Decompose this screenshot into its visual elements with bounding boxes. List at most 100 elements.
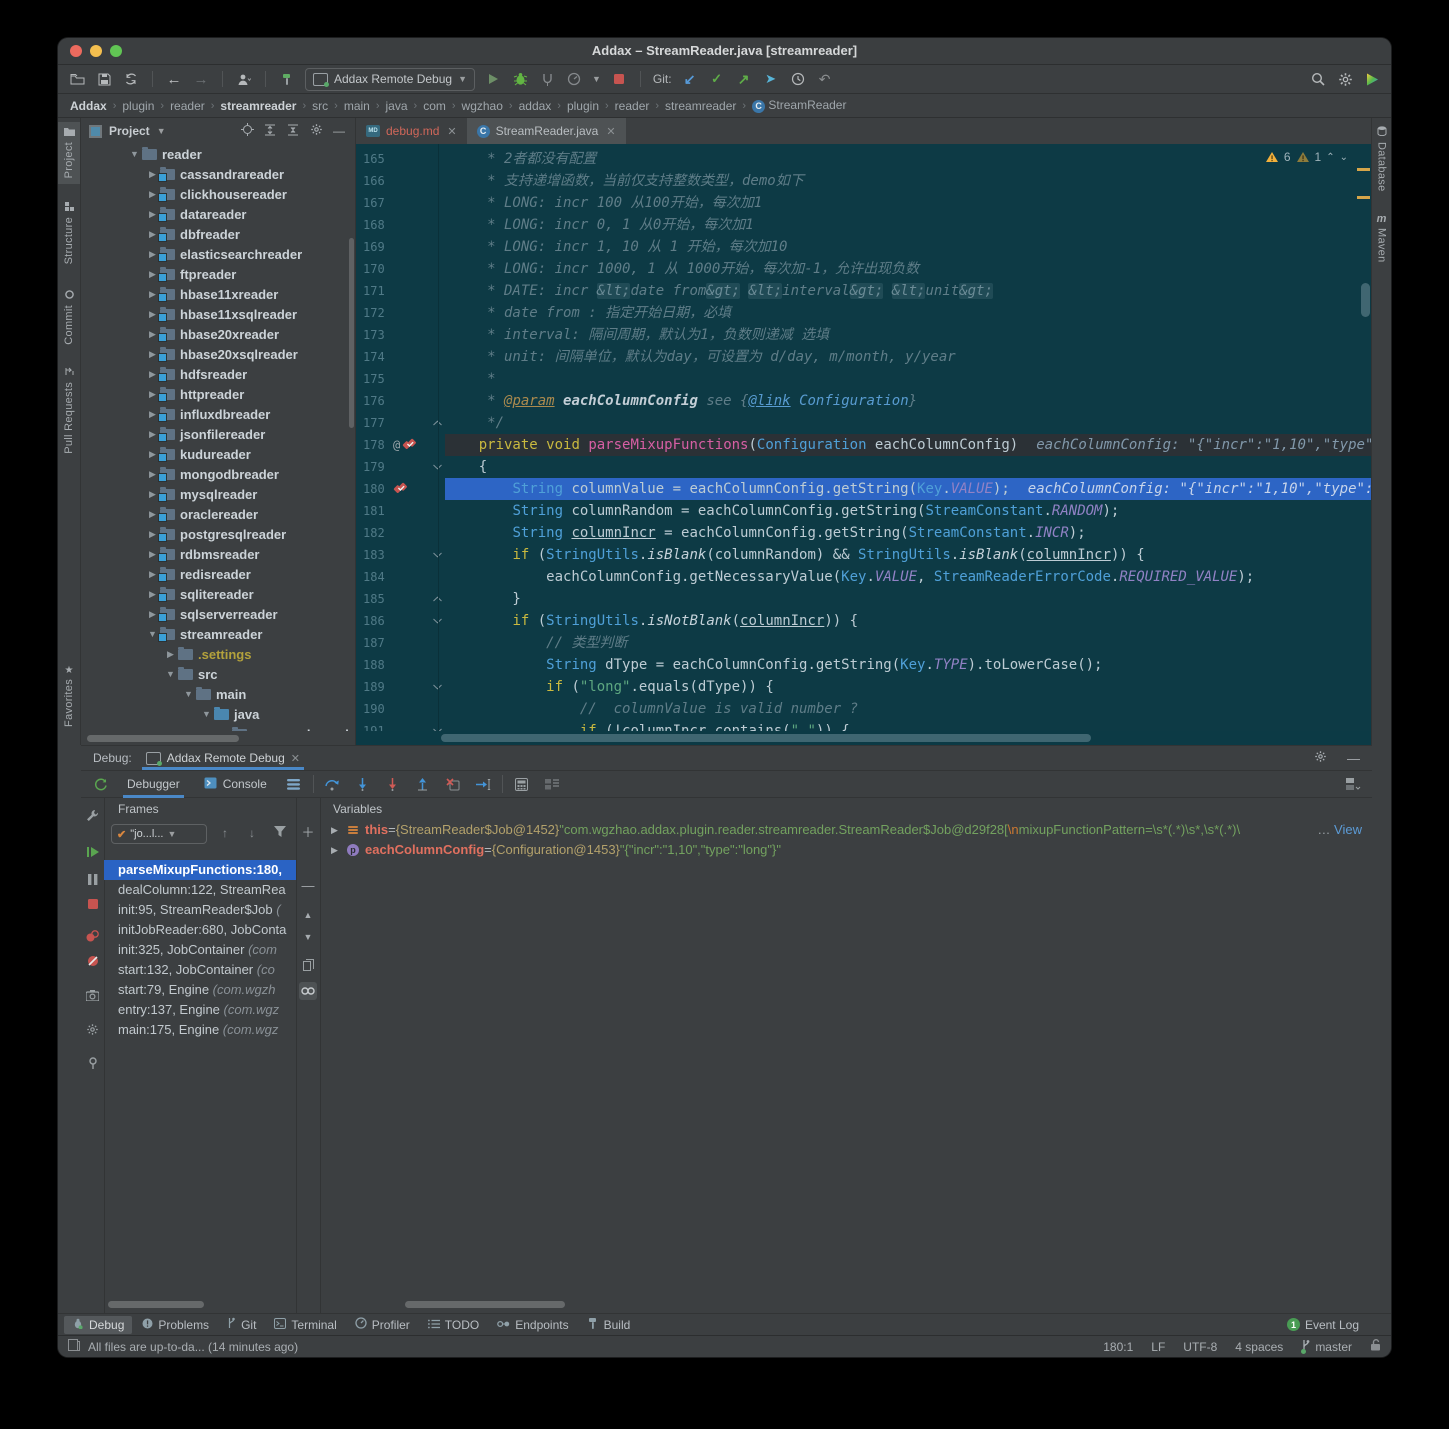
expand-all-icon[interactable] (262, 124, 278, 139)
code-area[interactable]: 165 * 2者都没有配置166 * 支持递增函数，当前仅支持整数类型，demo… (356, 144, 1372, 731)
rollback-icon[interactable]: ↶ (816, 70, 834, 88)
pin-icon[interactable] (83, 1053, 102, 1072)
chevron-down-icon[interactable]: ▼ (127, 149, 142, 159)
view-breakpoints-icon[interactable] (83, 926, 102, 945)
debug-session-tab[interactable]: Addax Remote Debug ✕ (142, 746, 304, 770)
line-number[interactable]: 180 (356, 478, 393, 500)
chevron-down-icon[interactable]: ▼ (157, 126, 166, 136)
breadcrumb-item[interactable]: src (312, 99, 328, 113)
tree-item-dbfreader[interactable]: ▶dbfreader (81, 224, 355, 244)
caret-position[interactable]: 180:1 (1103, 1340, 1133, 1354)
profiler-icon[interactable] (565, 70, 583, 88)
tree-item-mongodbreader[interactable]: ▶mongodbreader (81, 464, 355, 484)
tree-item-streamreader[interactable]: ▼streamreader (81, 624, 355, 644)
tree-item-hbase20xsqlreader[interactable]: ▶hbase20xsqlreader (81, 344, 355, 364)
line-number[interactable]: 178 (356, 434, 393, 456)
line-number[interactable]: 179 (356, 456, 393, 478)
debug-icon[interactable] (511, 70, 529, 88)
breadcrumb-item[interactable]: streamreader (665, 99, 736, 113)
chevron-down-icon[interactable]: ▼ (217, 729, 232, 731)
project-view-title[interactable]: Project (109, 124, 150, 138)
line-number[interactable]: 171 (356, 280, 393, 302)
toolwindow-button-problems[interactable]: Problems (134, 1316, 217, 1334)
event-log-button[interactable]: 1Event Log (1287, 1318, 1385, 1332)
user-icon[interactable] (235, 70, 253, 88)
tree-item--settings[interactable]: ▶.settings (81, 644, 355, 664)
toolwindow-button-git[interactable]: Git (219, 1315, 264, 1334)
run-to-cursor-icon[interactable] (472, 774, 494, 794)
layout-options-icon[interactable] (283, 774, 305, 794)
step-over-icon[interactable] (322, 774, 344, 794)
breadcrumb-item[interactable]: Addax (70, 99, 107, 113)
toolwindow-button-endpoints[interactable]: Endpoints (489, 1316, 576, 1334)
evaluate-expression-icon[interactable] (511, 774, 533, 794)
stop-icon[interactable] (610, 70, 628, 88)
chevron-down-icon[interactable]: ▼ (163, 669, 178, 679)
line-number[interactable]: 187 (356, 632, 393, 654)
close-icon[interactable]: ✕ (606, 125, 615, 138)
add-watch-icon[interactable]: ＋ (299, 822, 317, 840)
tree-item-hbase11xreader[interactable]: ▶hbase11xreader (81, 284, 355, 304)
stack-frame[interactable]: entry:137, Engine (com.wgz (104, 1000, 296, 1020)
chevron-right-icon[interactable]: ▶ (163, 649, 178, 660)
search-icon[interactable] (1309, 70, 1327, 88)
breadcrumb-item[interactable]: addax (519, 99, 552, 113)
line-number[interactable]: 185 (356, 588, 393, 610)
tab-console[interactable]: Console (196, 771, 275, 798)
tree-item-hbase20xreader[interactable]: ▶hbase20xreader (81, 324, 355, 344)
next-frame-icon[interactable]: ↓ (249, 826, 255, 840)
tree-item-rdbmsreader[interactable]: ▶rdbmsreader (81, 544, 355, 564)
tree-item-redisreader[interactable]: ▶redisreader (81, 564, 355, 584)
line-number[interactable]: 190 (356, 698, 393, 720)
editor-tab-debug-md[interactable]: MD debug.md ✕ (356, 118, 467, 144)
editor-horizontal-scrollbar[interactable] (356, 731, 1372, 745)
duplicate-icon[interactable] (299, 956, 317, 974)
stack-frame[interactable]: dealColumn:122, StreamRea (104, 880, 296, 900)
line-number[interactable]: 181 (356, 500, 393, 522)
hide-panel-icon[interactable]: — (1347, 751, 1360, 766)
stripe-tab-project[interactable]: Project (58, 122, 80, 184)
force-step-into-icon[interactable] (382, 774, 404, 794)
breadcrumb-item[interactable]: C StreamReader (752, 98, 846, 113)
forward-icon[interactable]: → (192, 70, 210, 88)
tab-debugger[interactable]: Debugger (119, 771, 188, 798)
step-out-icon[interactable] (412, 774, 434, 794)
tree-item-kudureader[interactable]: ▶kudureader (81, 444, 355, 464)
git-push-icon[interactable]: ↗ (735, 70, 753, 88)
stripe-tab-database[interactable]: Database (1372, 126, 1391, 192)
stack-frame[interactable]: main:175, Engine (com.wgz (104, 1020, 296, 1040)
tree-item-reader[interactable]: ▼reader (81, 144, 355, 164)
hide-panel-icon[interactable]: — (331, 124, 347, 138)
chevron-down-icon[interactable]: ▼ (199, 709, 214, 719)
view-options-icon[interactable] (541, 774, 563, 794)
toolwindow-button-todo[interactable]: TODO (420, 1316, 487, 1334)
error-stripe-mark[interactable] (1357, 168, 1370, 171)
breadcrumb-item[interactable]: reader (615, 99, 650, 113)
toolwindow-button-profiler[interactable]: Profiler (347, 1315, 418, 1334)
line-number[interactable]: 169 (356, 236, 393, 258)
show-watches-icon[interactable] (299, 982, 317, 1000)
tree-item-httpreader[interactable]: ▶httpreader (81, 384, 355, 404)
line-number[interactable]: 165 (356, 148, 393, 170)
previous-frame-icon[interactable]: ↑ (222, 826, 228, 840)
breadcrumb-item[interactable]: streamreader (220, 99, 296, 113)
line-number[interactable]: 189 (356, 676, 393, 698)
indent-setting[interactable]: 4 spaces (1235, 1340, 1283, 1354)
debugger-settings-gear-icon[interactable] (83, 1020, 102, 1039)
run-group-chevron-icon[interactable]: ▼ (592, 74, 601, 84)
breadcrumb-item[interactable]: com (423, 99, 446, 113)
line-number[interactable]: 184 (356, 566, 393, 588)
line-number[interactable]: 167 (356, 192, 393, 214)
line-number[interactable]: 174 (356, 346, 393, 368)
ide-update-icon[interactable] (1363, 70, 1381, 88)
project-tree-vertical-scrollbar[interactable] (349, 238, 354, 428)
settings-gear-icon[interactable] (1336, 70, 1354, 88)
build-hammer-icon[interactable] (278, 70, 296, 88)
move-down-icon[interactable]: ▼ (299, 928, 317, 946)
error-stripe-mark[interactable] (1357, 196, 1370, 199)
breakpoint-icon[interactable] (393, 482, 409, 496)
line-number[interactable]: 183 (356, 544, 393, 566)
stack-frame[interactable]: initJobReader:680, JobConta (104, 920, 296, 940)
gutter[interactable]: @ (393, 434, 429, 456)
line-number[interactable]: 182 (356, 522, 393, 544)
